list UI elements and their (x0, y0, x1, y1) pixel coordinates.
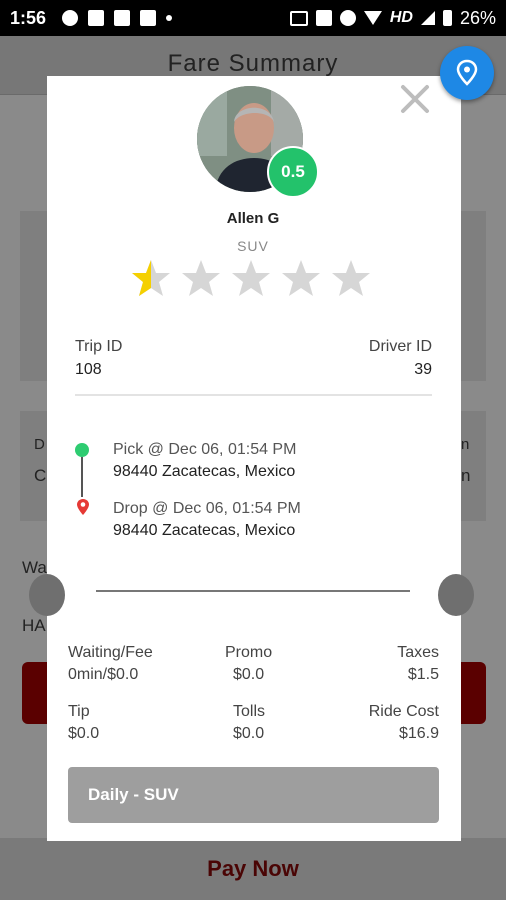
pickup-label: Pick @ Dec 06, 01:54 PM (113, 441, 297, 458)
location-icon (339, 10, 356, 26)
ride-cost-label: Ride Cost (368, 703, 439, 720)
tip-value: $0.0 (68, 725, 100, 742)
trip-id-label: Trip ID (75, 338, 123, 355)
pickup-address: 98440 Zacatecas, Mexico (113, 463, 296, 480)
close-icon (401, 85, 429, 113)
pay-now-button[interactable]: Pay Now (0, 856, 506, 882)
tip-label: Tip (68, 703, 90, 720)
plan-button[interactable]: Daily - SUV (68, 767, 439, 823)
video-notification-icon (88, 10, 105, 26)
background-label: n (461, 466, 471, 485)
location-fab-button[interactable] (440, 46, 494, 100)
divider (75, 394, 432, 396)
tolls-label: Tolls (233, 703, 266, 720)
drop-pin-icon (77, 499, 89, 515)
star-icon[interactable] (330, 258, 372, 300)
star-rating[interactable] (130, 258, 372, 300)
taxes-value: $1.5 (407, 666, 439, 683)
battery-icon (442, 10, 452, 26)
video-notification-icon (140, 10, 157, 26)
trip-id-value: 108 (75, 361, 102, 378)
background-label: C (34, 466, 47, 485)
location-notification-icon (62, 10, 79, 26)
vibrate-icon (315, 10, 332, 26)
plan-button-label: Daily - SUV (88, 785, 179, 804)
status-time: 1:56 (10, 7, 47, 28)
tolls-value: $0.0 (233, 725, 265, 742)
promo-value: $0.0 (233, 666, 265, 683)
rating-badge: 0.5 (267, 146, 319, 198)
promo-label: Promo (225, 644, 273, 661)
drop-label: Drop @ Dec 06, 01:54 PM (113, 500, 301, 517)
signal-icon (420, 11, 435, 25)
wifi-icon (363, 11, 382, 25)
waiting-fee-value: 0min/$0.0 (68, 666, 139, 683)
network-type: HD (389, 9, 413, 26)
pay-now-bar[interactable]: Pay Now (0, 838, 506, 900)
system-icons: HD 26% (289, 7, 496, 29)
ticket-notch-right (438, 574, 474, 616)
star-icon[interactable] (180, 258, 222, 300)
page-title: Fare Summary (167, 50, 339, 77)
star-icon[interactable] (280, 258, 322, 300)
background-label: n (461, 436, 470, 453)
background-label: D (34, 436, 45, 453)
driver-id-label: Driver ID (368, 338, 432, 355)
ticket-divider (96, 590, 410, 592)
ticket-notch-left (29, 574, 65, 616)
cast-icon (289, 10, 308, 26)
driver-id-value: 39 (414, 361, 432, 378)
car-type: SUV (237, 238, 269, 254)
taxes-label: Taxes (397, 644, 439, 661)
drop-address: 98440 Zacatecas, Mexico (113, 522, 296, 539)
star-icon[interactable] (130, 258, 172, 300)
close-button[interactable] (400, 84, 430, 120)
ride-cost-value: $16.9 (398, 725, 439, 742)
route-line (81, 457, 83, 497)
status-bar: 1:56 HD 26% (0, 0, 506, 36)
notification-icons (62, 10, 173, 26)
driver-name: Allen G (226, 210, 280, 227)
more-dot-icon (166, 15, 173, 21)
battery-level: 26% (459, 7, 496, 28)
square-notification-icon (114, 10, 131, 26)
star-icon[interactable] (230, 258, 272, 300)
pickup-dot-icon (75, 443, 89, 457)
map-pin-icon (456, 59, 478, 86)
background-label: HA (22, 616, 46, 635)
waiting-fee-label: Waiting/Fee (68, 644, 153, 661)
